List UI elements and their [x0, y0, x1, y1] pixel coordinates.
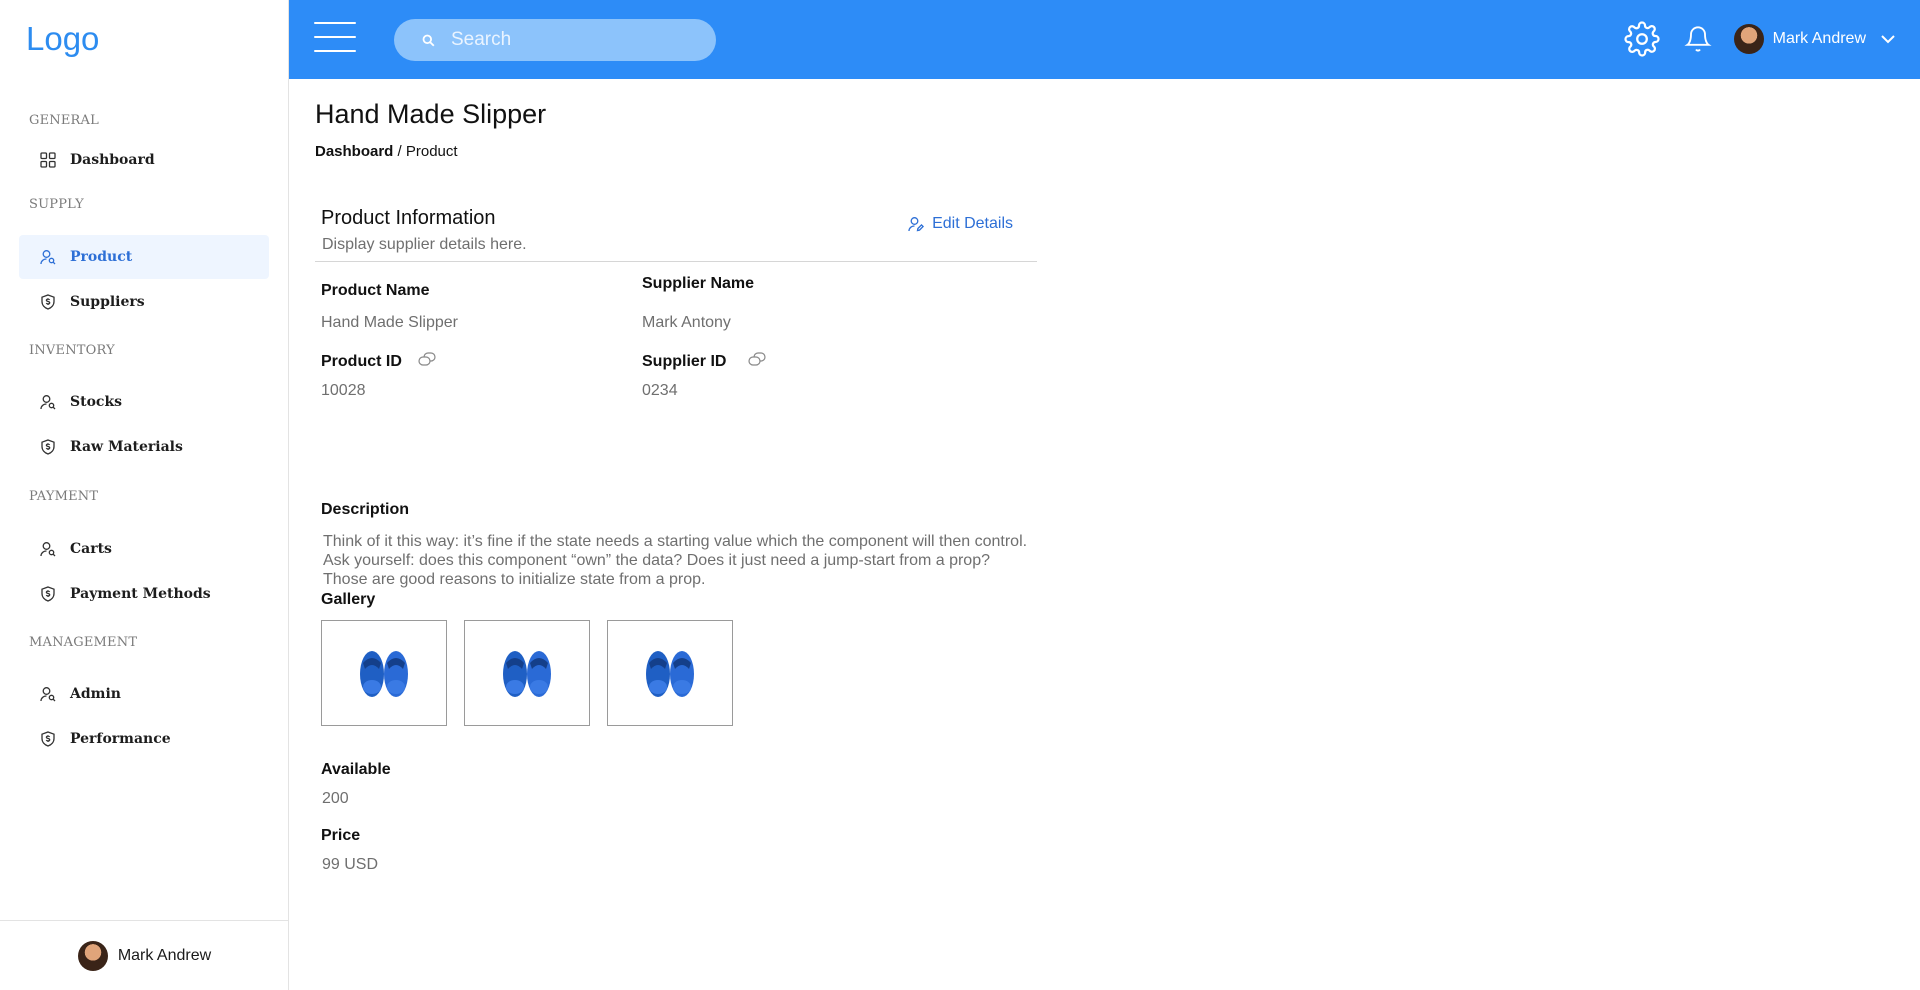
product-name-value: Hand Made Slipper	[321, 314, 458, 331]
avatar	[77, 940, 108, 971]
gallery-image[interactable]	[607, 620, 733, 726]
sidebar-item-suppliers[interactable]: Suppliers	[19, 280, 269, 324]
product-id-label: Product ID	[321, 353, 402, 370]
price-label: Price	[321, 827, 361, 844]
description-text: Think of it this way: it’s fine if the s…	[323, 533, 1028, 588]
available-value: 200	[322, 790, 349, 807]
sidebar-item-admin[interactable]: Admin	[19, 672, 269, 716]
logo[interactable]: Logo	[26, 20, 99, 58]
sidebar: Logo GENERAL Dashboard SUPPLY Product Su…	[0, 0, 289, 990]
sidebar-item-payment-methods[interactable]: Payment Methods	[19, 572, 269, 616]
shield-dollar-icon	[39, 730, 57, 748]
description-label: Description	[321, 501, 410, 518]
avatar	[1733, 24, 1764, 54]
chevron-down-icon	[1880, 34, 1896, 44]
divider	[315, 261, 1037, 262]
available-label: Available	[321, 761, 391, 778]
breadcrumb-current: Product	[405, 143, 458, 160]
edit-details-label: Edit Details	[932, 215, 1013, 232]
sidebar-item-label: Raw Materials	[70, 439, 183, 455]
price-value: 99 USD	[322, 856, 379, 873]
supplier-name-label: Supplier Name	[642, 275, 755, 292]
product-id-value: 10028	[321, 382, 366, 399]
user-menu[interactable]: Mark Andrew	[1733, 24, 1896, 54]
sidebar-item-product[interactable]: Product	[19, 235, 269, 279]
copy-icon[interactable]	[748, 352, 766, 372]
user-search-icon	[39, 248, 57, 266]
shield-dollar-icon	[39, 438, 57, 456]
section-title-payment: PAYMENT	[29, 489, 99, 504]
sidebar-item-label: Performance	[70, 731, 171, 747]
gallery	[321, 620, 733, 726]
section-title-inventory: INVENTORY	[29, 343, 115, 358]
section-title-management: MANAGEMENT	[29, 635, 138, 650]
menu-icon[interactable]	[314, 22, 356, 52]
sidebar-footer-user[interactable]: Mark Andrew	[0, 920, 289, 990]
breadcrumb-separator: /	[393, 143, 406, 160]
gallery-image[interactable]	[464, 620, 590, 726]
user-search-icon	[39, 685, 57, 703]
breadcrumb: Dashboard / Product	[315, 143, 458, 160]
gear-icon[interactable]	[1624, 21, 1660, 57]
grid-icon	[39, 151, 57, 169]
sidebar-item-label: Carts	[70, 541, 112, 557]
slipper-image	[503, 651, 551, 697]
sidebar-item-raw-materials[interactable]: Raw Materials	[19, 425, 269, 469]
search-icon	[422, 34, 435, 47]
topbar-user-name: Mark Andrew	[1772, 30, 1866, 47]
slipper-image	[360, 651, 408, 697]
sidebar-item-label: Stocks	[70, 394, 123, 410]
card-title: Product Information	[321, 207, 496, 229]
slipper-image	[646, 651, 694, 697]
topbar: Mark Andrew	[289, 0, 1920, 79]
sidebar-item-carts[interactable]: Carts	[19, 527, 269, 571]
topbar-actions: Mark Andrew	[1624, 18, 1896, 60]
sidebar-item-stocks[interactable]: Stocks	[19, 380, 269, 424]
supplier-id-label: Supplier ID	[642, 353, 727, 370]
gallery-label: Gallery	[321, 591, 376, 608]
section-title-supply: SUPPLY	[29, 197, 84, 212]
sidebar-user-name: Mark Andrew	[117, 946, 212, 964]
shield-dollar-icon	[39, 585, 57, 603]
sidebar-item-label: Payment Methods	[70, 586, 211, 602]
user-search-icon	[39, 540, 57, 558]
product-name-label: Product Name	[321, 282, 430, 299]
card-subtitle: Display supplier details here.	[322, 236, 527, 253]
page-title: Hand Made Slipper	[315, 99, 547, 129]
search-bar	[394, 19, 716, 61]
sidebar-item-label: Dashboard	[70, 152, 155, 168]
sidebar-item-label: Suppliers	[70, 294, 145, 310]
sidebar-item-performance[interactable]: Performance	[19, 717, 269, 761]
main-content: Hand Made Slipper Dashboard / Product Pr…	[289, 79, 1920, 990]
user-edit-icon	[908, 216, 925, 232]
breadcrumb-dashboard[interactable]: Dashboard	[315, 143, 393, 160]
sidebar-item-label: Product	[70, 249, 133, 265]
edit-details-button[interactable]: Edit Details	[908, 215, 1013, 233]
shield-dollar-icon	[39, 293, 57, 311]
supplier-id-value: 0234	[642, 382, 678, 399]
supplier-name-value: Mark Antony	[642, 314, 731, 331]
sidebar-item-dashboard[interactable]: Dashboard	[19, 138, 269, 182]
gallery-image[interactable]	[321, 620, 447, 726]
copy-icon[interactable]	[418, 352, 436, 372]
search-input[interactable]	[451, 29, 691, 51]
bell-icon[interactable]	[1684, 25, 1712, 53]
section-title-general: GENERAL	[29, 113, 99, 128]
user-search-icon	[39, 393, 57, 411]
sidebar-item-label: Admin	[70, 686, 121, 702]
